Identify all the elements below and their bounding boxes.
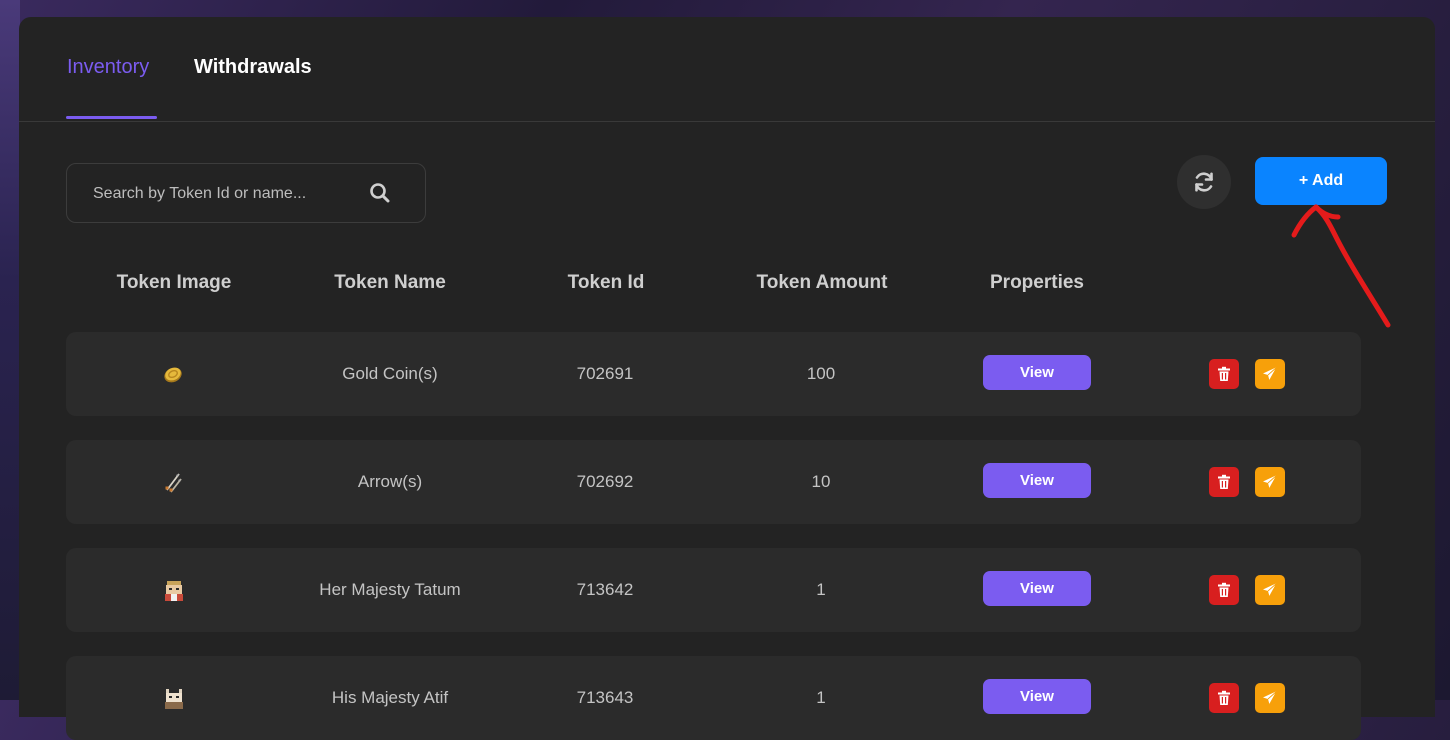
token-name: Gold Coin(s) [342,364,438,383]
table-row: Gold Coin(s) 702691 100 View [66,332,1361,416]
gold-coin-icon [162,363,184,385]
token-amount: 10 [811,472,831,491]
annotation-arrow-icon [1291,204,1391,328]
table-row: Arrow(s) 702692 10 View [66,440,1361,524]
active-tab-indicator [66,116,157,119]
trash-icon [1218,474,1230,489]
delete-button[interactable] [1209,575,1239,605]
token-name: Arrow(s) [357,472,423,491]
inventory-panel: Inventory Withdrawals + Add Token Image … [19,17,1435,740]
header-properties: Properties [990,272,1084,293]
paper-plane-icon [1263,690,1278,705]
tab-withdrawals[interactable]: Withdrawals [194,56,312,79]
token-id: 713642 [576,580,634,599]
background-art [0,0,20,700]
tab-inventory[interactable]: Inventory [67,56,149,79]
refresh-button[interactable] [1177,155,1231,209]
search-icon[interactable] [369,182,391,204]
character-icon [162,579,184,601]
token-amount: 1 [816,688,826,707]
paper-plane-icon [1263,582,1278,597]
delete-button[interactable] [1209,359,1239,389]
search-box [66,163,426,223]
header-token-name: Token Name [334,272,446,293]
token-name: Her Majesty Tatum [319,580,461,599]
trash-icon [1218,366,1230,381]
paper-plane-icon [1263,474,1278,489]
table-row: Her Majesty Tatum 713642 1 View [66,548,1361,632]
character-icon [162,687,184,709]
view-properties-button[interactable]: View [983,571,1091,606]
token-id: 713643 [576,688,634,707]
header-token-id: Token Id [567,272,645,293]
send-button[interactable] [1255,575,1285,605]
token-amount: 1 [816,580,826,599]
refresh-icon [1195,172,1213,192]
header-token-image: Token Image [116,272,232,293]
token-id: 702692 [576,472,634,491]
token-amount: 100 [806,364,836,383]
trash-icon [1218,690,1230,705]
delete-button[interactable] [1209,683,1239,713]
table-row: His Majesty Atif 713643 1 View [66,656,1361,740]
header-token-amount: Token Amount [756,272,888,293]
tab-bar: Inventory Withdrawals [19,17,1435,122]
paper-plane-icon [1263,366,1278,381]
token-id: 702691 [576,364,634,383]
view-properties-button[interactable]: View [983,355,1091,390]
send-button[interactable] [1255,359,1285,389]
token-name: His Majesty Atif [331,688,449,707]
delete-button[interactable] [1209,467,1239,497]
send-button[interactable] [1255,467,1285,497]
search-input[interactable] [91,182,365,206]
view-properties-button[interactable]: View [983,463,1091,498]
arrow-icon [162,471,184,493]
trash-icon [1218,582,1230,597]
view-properties-button[interactable]: View [983,679,1091,714]
send-button[interactable] [1255,683,1285,713]
